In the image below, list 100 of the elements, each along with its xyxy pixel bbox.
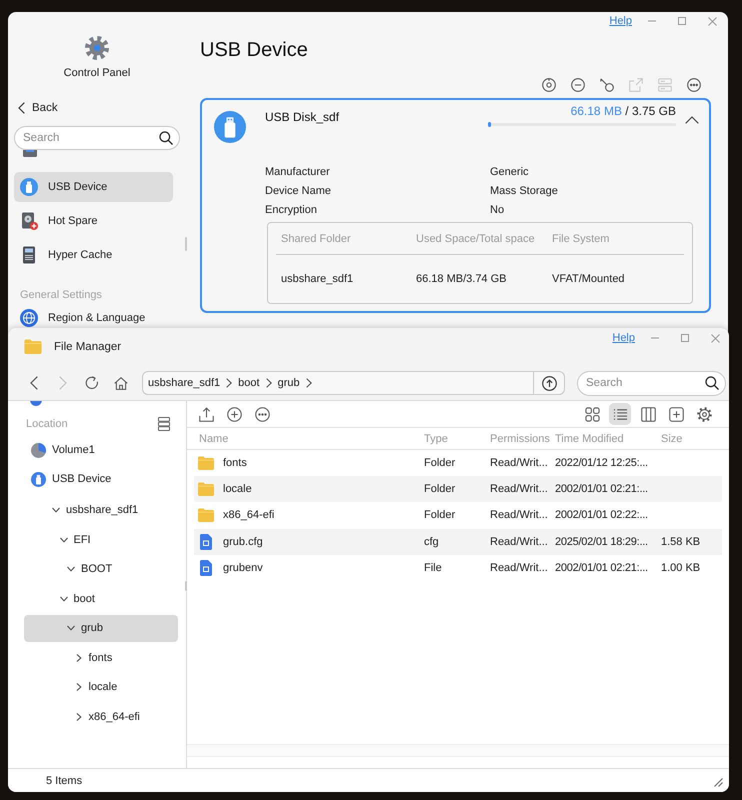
- home-icon[interactable]: [114, 376, 128, 390]
- close-icon[interactable]: [710, 334, 720, 342]
- search-icon: [705, 376, 719, 390]
- file-type: Folder: [424, 509, 456, 522]
- address-bar[interactable]: usbshare_sdf1 boot grub: [142, 371, 565, 395]
- plus-square-icon[interactable]: [668, 406, 684, 422]
- scrollbar-thumb[interactable]: [185, 581, 187, 591]
- chevron-down-icon[interactable]: [67, 565, 75, 573]
- file-row[interactable]: x86_64-efi Folder Read/Writ... 2002/01/01 02:22:...: [194, 502, 722, 529]
- help-link[interactable]: Help: [612, 331, 635, 345]
- sidebar-item[interactable]: Hot Spare: [14, 206, 173, 236]
- file-type: Folder: [424, 457, 456, 470]
- file-name: x86_64-efi: [223, 509, 274, 522]
- column-header: Size: [661, 432, 684, 444]
- chevron-down-icon[interactable]: [60, 536, 68, 544]
- section-title: General Settings: [19, 288, 103, 302]
- column-header: Shared Folder: [281, 232, 352, 244]
- upload-icon[interactable]: [199, 406, 214, 422]
- key-icon[interactable]: [600, 78, 614, 92]
- file-name: grub.cfg: [223, 536, 263, 548]
- maximize-icon[interactable]: [681, 334, 689, 342]
- breadcrumb-item[interactable]: grub: [278, 377, 300, 389]
- usb-drive-icon: [214, 111, 246, 143]
- sidebar-item[interactable]: USB Device: [14, 172, 173, 202]
- search-icon: [159, 131, 173, 145]
- file-name: fonts: [223, 457, 247, 470]
- more-icon[interactable]: [687, 78, 701, 92]
- file-modified: 2002/01/01 02:21:...: [555, 483, 649, 496]
- breadcrumb-item[interactable]: usbshare_sdf1: [148, 377, 220, 389]
- tree-item[interactable]: fonts: [24, 644, 178, 671]
- file-permissions: Read/Writ...: [490, 483, 549, 496]
- device-name: USB Disk_sdf: [265, 110, 340, 124]
- refresh-icon[interactable]: [85, 376, 99, 390]
- maximize-icon[interactable]: [678, 17, 686, 25]
- search-field[interactable]: Search: [577, 370, 726, 396]
- usb-drive-icon: [31, 472, 46, 486]
- location-item[interactable]: Volume1: [24, 437, 178, 463]
- chevron-down-icon[interactable]: [52, 506, 60, 514]
- tree-item[interactable]: EFI: [24, 526, 178, 553]
- more-icon[interactable]: [255, 406, 270, 422]
- file-size: 1.58 KB: [661, 536, 702, 548]
- sidebar-item[interactable]: Region & Language: [14, 308, 173, 328]
- folder-icon: [198, 482, 214, 496]
- back-link[interactable]: Back: [14, 100, 58, 116]
- tree-item[interactable]: BOOT: [24, 556, 178, 582]
- sidebar-item[interactable]: Hyper Cache: [14, 240, 173, 270]
- pie-chart-icon: [31, 442, 46, 458]
- file-row[interactable]: grubenv File Read/Writ... 2002/01/01 02:21:... 1.00 KB: [194, 554, 722, 581]
- tree-item[interactable]: grub: [24, 614, 178, 642]
- tree-item[interactable]: locale: [24, 674, 178, 700]
- file-type: cfg: [424, 536, 440, 548]
- detail-value: Mass Storage: [490, 184, 559, 199]
- resize-grip-icon[interactable]: [714, 778, 723, 787]
- gear-icon: [85, 36, 109, 60]
- detail-value: No: [490, 203, 506, 218]
- list-view-button[interactable]: [609, 403, 631, 425]
- scrollbar-thumb[interactable]: [185, 237, 187, 251]
- search-field[interactable]: Search: [14, 126, 180, 150]
- chevron-left-icon: [18, 102, 25, 114]
- help-link[interactable]: Help: [609, 14, 632, 28]
- breadcrumb-item[interactable]: boot: [238, 377, 260, 389]
- tree-item[interactable]: usbshare_sdf1: [24, 496, 178, 524]
- page-title: USB Device: [200, 38, 309, 62]
- table-cell-text: usbshare_sdf1: [281, 273, 354, 285]
- list-icon: [612, 406, 628, 422]
- minimize-icon[interactable]: [651, 337, 659, 339]
- file-row[interactable]: locale Folder Read/Writ... 2002/01/01 02:21:...: [194, 476, 722, 502]
- chevron-right-icon[interactable]: [74, 654, 82, 662]
- chevron-down-icon[interactable]: [67, 624, 75, 632]
- file-permissions: Read/Writ...: [490, 457, 549, 470]
- chevron-left-icon[interactable]: [30, 376, 38, 390]
- usb-drive-icon: [20, 178, 38, 196]
- storage-icon[interactable]: [158, 417, 170, 431]
- column-header: Used Space/Total space: [416, 232, 536, 244]
- column-header: Type: [424, 432, 449, 444]
- close-icon[interactable]: [708, 16, 716, 26]
- chevron-down-icon[interactable]: [60, 594, 68, 602]
- disc-icon[interactable]: [542, 78, 556, 92]
- app-title: Control Panel: [64, 66, 130, 80]
- settings-icon[interactable]: [696, 406, 712, 422]
- chevron-right-icon[interactable]: [74, 683, 82, 691]
- detail-label: Encryption: [265, 203, 318, 218]
- file-icon: [200, 560, 212, 576]
- file-modified: 2025/02/01 18:29:...: [555, 536, 649, 548]
- detail-label: Device Name: [265, 184, 332, 199]
- upload-icon[interactable]: [542, 376, 556, 390]
- location-item[interactable]: USB Device: [24, 466, 178, 492]
- file-row[interactable]: fonts Folder Read/Writ... 2022/01/12 12:25:...: [194, 450, 722, 476]
- column-header: Permissions: [490, 432, 551, 444]
- minimize-icon[interactable]: [648, 20, 656, 22]
- minus-circle-icon[interactable]: [571, 78, 585, 92]
- chevron-up-icon[interactable]: [685, 116, 699, 124]
- scrollbar-track[interactable]: [187, 744, 729, 757]
- chevron-right-icon[interactable]: [74, 712, 82, 720]
- tree-item[interactable]: boot: [24, 585, 178, 612]
- file-row[interactable]: grub.cfg cfg Read/Writ... 2025/02/01 18:29:... 1.58 KB: [194, 528, 722, 555]
- item-count: 5 Items: [46, 774, 82, 786]
- tree-item[interactable]: x86_64-efi: [24, 703, 178, 730]
- hard-drive-icon: [20, 212, 38, 230]
- plus-circle-icon[interactable]: [227, 406, 242, 422]
